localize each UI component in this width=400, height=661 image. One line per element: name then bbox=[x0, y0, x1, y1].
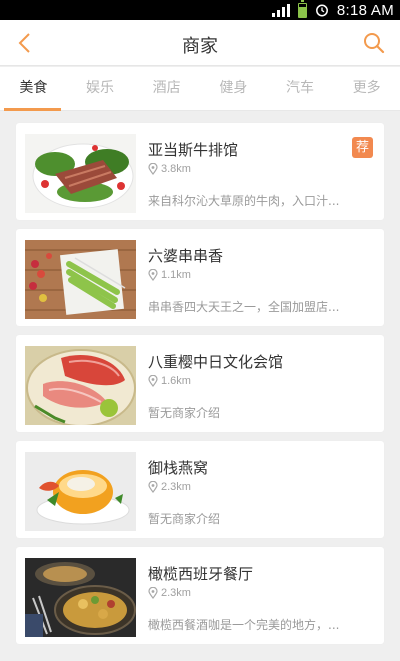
merchant-card[interactable]: 六婆串串香 1.1km 串串香四大天王之一，全国加盟店... bbox=[16, 229, 384, 326]
tab-food[interactable]: 美食 bbox=[0, 67, 67, 111]
merchant-photo bbox=[25, 346, 136, 425]
location-pin-icon bbox=[148, 481, 158, 493]
merchant-photo bbox=[25, 134, 136, 213]
merchant-description: 橄榄西餐酒咖是一个完美的地方，... bbox=[148, 618, 340, 632]
merchant-distance: 1.1km bbox=[148, 269, 191, 281]
location-pin-icon bbox=[148, 269, 158, 281]
merchant-distance: 2.3km bbox=[148, 481, 191, 493]
distance-text: 3.8km bbox=[161, 163, 191, 175]
merchant-list: 亚当斯牛排馆 3.8km 来自科尔沁大草原的牛肉，入口汁... 荐 六婆串串香 … bbox=[16, 123, 384, 653]
tab-more[interactable]: 更多 bbox=[333, 67, 400, 110]
page-title: 商家 bbox=[182, 36, 218, 57]
merchant-name: 橄榄西班牙餐厅 bbox=[148, 565, 254, 583]
distance-text: 1.1km bbox=[161, 269, 191, 281]
tab-hotel[interactable]: 酒店 bbox=[133, 67, 200, 110]
location-pin-icon bbox=[148, 375, 158, 387]
alarm-icon bbox=[315, 4, 328, 17]
distance-text: 2.3km bbox=[161, 587, 191, 599]
status-time: 8:18 AM bbox=[336, 1, 394, 19]
merchant-photo bbox=[25, 240, 136, 319]
merchant-description: 暂无商家介绍 bbox=[148, 406, 221, 420]
merchant-card[interactable]: 亚当斯牛排馆 3.8km 来自科尔沁大草原的牛肉，入口汁... 荐 bbox=[16, 123, 384, 220]
merchant-name: 八重樱中日文化会馆 bbox=[148, 353, 284, 371]
merchant-photo bbox=[25, 558, 136, 637]
tab-car[interactable]: 汽车 bbox=[267, 67, 334, 110]
location-pin-icon bbox=[148, 163, 158, 175]
tab-entertainment[interactable]: 娱乐 bbox=[67, 67, 134, 110]
merchant-description: 来自科尔沁大草原的牛肉，入口汁... bbox=[148, 194, 340, 208]
battery-icon bbox=[297, 0, 307, 18]
merchant-card[interactable]: 御栈燕窝 2.3km 暂无商家介绍 bbox=[16, 441, 384, 538]
status-bar: 8:18 AM bbox=[0, 0, 400, 20]
merchant-distance: 2.3km bbox=[148, 587, 191, 599]
merchant-photo bbox=[25, 452, 136, 531]
merchant-card[interactable]: 橄榄西班牙餐厅 2.3km 橄榄西餐酒咖是一个完美的地方，... bbox=[16, 547, 384, 644]
merchant-description: 暂无商家介绍 bbox=[148, 512, 221, 526]
merchant-name: 御栈燕窝 bbox=[148, 459, 209, 477]
merchant-distance: 3.8km bbox=[148, 163, 191, 175]
distance-text: 2.3km bbox=[161, 481, 191, 493]
location-pin-icon bbox=[148, 587, 158, 599]
merchant-name: 亚当斯牛排馆 bbox=[148, 141, 239, 159]
merchant-card[interactable]: 八重樱中日文化会馆 1.6km 暂无商家介绍 bbox=[16, 335, 384, 432]
merchant-description: 串串香四大天王之一，全国加盟店... bbox=[148, 300, 340, 314]
signal-icon bbox=[271, 3, 290, 17]
recommended-badge: 荐 bbox=[352, 137, 373, 158]
distance-text: 1.6km bbox=[161, 375, 191, 387]
tab-fitness[interactable]: 健身 bbox=[200, 67, 267, 110]
nav-bar: 商家 bbox=[0, 20, 400, 66]
search-icon bbox=[364, 33, 385, 54]
search-button[interactable] bbox=[360, 29, 388, 57]
merchant-name: 六婆串串香 bbox=[148, 247, 224, 265]
category-tabs: 美食 娱乐 酒店 健身 汽车 更多 bbox=[0, 67, 400, 111]
merchant-distance: 1.6km bbox=[148, 375, 191, 387]
